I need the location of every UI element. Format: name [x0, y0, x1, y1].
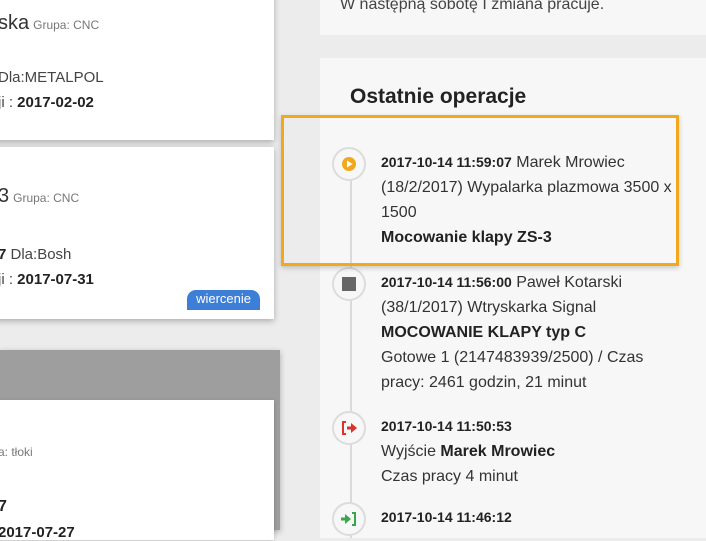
timeline-operation: MOCOWANIE KLAPY typ C	[381, 324, 587, 341]
order-tag-badge[interactable]: wiercenie	[187, 290, 260, 310]
play-icon	[332, 147, 366, 181]
timeline-operation: Mocowanie klapy ZS-3	[381, 229, 552, 246]
notice-panel: W następną sobotę I zmiana pracuje.	[320, 0, 706, 35]
order-card[interactable]: a: tłoki 7 2017-07-27	[0, 400, 274, 541]
timeline-item-text: 2017-10-14 11:50:53 Wyjście Marek Mrowie…	[381, 414, 691, 489]
timeline-user: Marek Mrowiec	[440, 443, 556, 460]
timeline-item-text: 2017-10-14 11:59:07 Marek Mrowiec (18/2/…	[381, 150, 691, 250]
timeline-item-text: 2017-10-14 11:46:12	[381, 505, 691, 530]
recent-operations-title: Ostatnie operacje	[350, 85, 527, 108]
timeline-action: Wyjście	[381, 443, 436, 460]
order-date-value: 2017-07-31	[17, 271, 94, 288]
timeline-item-text: 2017-10-14 11:56:00 Paweł Kotarski (38/1…	[381, 270, 691, 395]
order-date-label: ji :	[0, 94, 13, 111]
timeline-duration: Czas pracy 4 minut	[381, 468, 518, 485]
order-title-text: ska	[0, 12, 30, 34]
timeline-machine: (18/2/2017) Wypalarka plazmowa 3500 x 15…	[381, 179, 672, 221]
timeline-timestamp: 2017-10-14 11:46:12	[381, 509, 512, 525]
order-date-label: ji :	[0, 271, 13, 288]
order-card[interactable]: skaGrupa: CNC Dla:METALPOL ji : 2017-02-…	[0, 0, 274, 140]
order-group: Grupa: CNC	[13, 191, 80, 205]
order-client: 7 Dla:Bosh	[0, 246, 71, 263]
timeline-timestamp: 2017-10-14 11:56:00	[381, 274, 512, 290]
order-date-value: 2017-02-02	[17, 94, 94, 111]
timeline-user: Marek Mrowiec	[516, 154, 625, 171]
order-number: 7	[0, 246, 7, 263]
order-group: a: tłoki	[0, 445, 33, 459]
order-client: Dla:METALPOL	[0, 69, 104, 86]
timeline-timestamp: 2017-10-14 11:59:07	[381, 154, 512, 170]
order-date: ji : 2017-02-02	[0, 94, 94, 111]
order-title: ska Grupa: CNC	[0, 12, 99, 35]
order-client-text: Dla:Bosh	[10, 246, 72, 263]
timeline-progress: Gotowe 1 (2147483939/2500) / Czas pracy:…	[381, 349, 644, 391]
timeline-line	[350, 158, 352, 538]
timeline-timestamp: 2017-10-14 11:50:53	[381, 418, 512, 434]
order-title: 3 Grupa: CNC	[0, 185, 79, 208]
order-title-text: 3	[0, 185, 10, 207]
sign-out-icon	[332, 411, 366, 445]
orders-section: a: tłoki 7 2017-07-27	[0, 350, 280, 541]
notice-text: W następną sobotę I zmiana pracuje.	[340, 0, 605, 13]
order-group: Grupa: CNC	[33, 18, 100, 32]
recent-operations-panel: Ostatnie operacje 2017-10-14 11:59:07 Ma…	[320, 58, 706, 538]
order-card[interactable]: 3Grupa: CNC 7 Dla:Bosh ji : 2017-07-31 w…	[0, 147, 274, 319]
orders-column: skaGrupa: CNC Dla:METALPOL ji : 2017-02-…	[0, 0, 290, 541]
timeline-machine: (38/1/2017) Wtryskarka Signal	[381, 299, 597, 316]
sign-in-icon	[332, 502, 366, 536]
timeline-user: Paweł Kotarski	[516, 274, 623, 291]
order-date: ji : 2017-07-31	[0, 271, 94, 288]
dashboard-right-column: W następną sobotę I zmiana pracuje. Osta…	[320, 0, 706, 538]
order-date-value: 2017-07-27	[0, 524, 75, 541]
stop-icon	[332, 267, 366, 301]
order-number: 7	[0, 498, 7, 515]
